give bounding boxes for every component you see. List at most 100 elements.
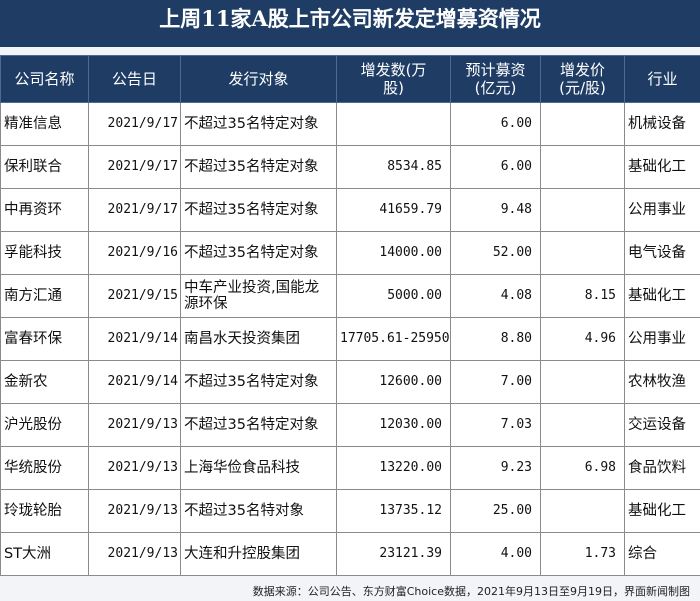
date-cell: 2021/9/17 [88,102,181,146]
raise-cell: 7.03 [450,403,541,447]
date-cell: 2021/9/17 [88,145,181,189]
target-cell: 不超过35名特定对象 [180,102,337,146]
table-row: 玲珑轮胎 2021/9/13 不超过35名特对象 13735.12 25.00 基础化工 [0,489,700,533]
header-shares: 增发数(万 股) [336,55,451,103]
shares-cell: 14000.00 [336,231,451,275]
price-cell [540,231,625,275]
raise-cell: 7.00 [450,360,541,404]
price-cell [540,102,625,146]
figure-title: 上周11家A股上市公司新发定增募资情况 [0,0,700,37]
date-cell: 2021/9/13 [88,446,181,490]
company-cell: 金新农 [0,360,89,404]
industry-cell: 基础化工 [624,489,700,533]
industry-cell: 综合 [624,532,700,576]
table-row: 南方汇通 2021/9/15 中车产业投资,国能龙源环保 5000.00 4.08 8.1… [0,274,700,318]
header-raise: 预计募资 (亿元) [450,55,541,103]
date-cell: 2021/9/17 [88,188,181,232]
company-cell: 保利联合 [0,145,89,189]
price-cell [540,145,625,189]
target-cell: 不超过35名特对象 [180,489,337,533]
table-row: 精准信息 2021/9/17 不超过35名特定对象 6.00 机械设备 [0,102,700,146]
company-cell: 精准信息 [0,102,89,146]
shares-cell: 13735.12 [336,489,451,533]
date-cell: 2021/9/16 [88,231,181,275]
price-cell: 4.96 [540,317,625,361]
date-cell: 2021/9/14 [88,360,181,404]
placement-table: 公司名称 公告日 发行对象 增发数(万 股) 预计募资 (亿元) 增发价 (元/股) … [0,55,700,576]
source-note: 数据来源：公司公告、东方财富Choice数据，2021年9月13日至9月19日，… [252,585,690,598]
industry-cell: 基础化工 [624,274,700,318]
shares-cell: 23121.39 [336,532,451,576]
price-cell [540,403,625,447]
header-date: 公告日 [88,55,181,103]
header-company: 公司名称 [0,55,89,103]
date-cell: 2021/9/13 [88,489,181,533]
industry-cell: 食品饮料 [624,446,700,490]
shares-cell: 17705.61-25950 [336,317,451,361]
industry-cell: 公用事业 [624,188,700,232]
company-cell: 沪光股份 [0,403,89,447]
price-cell [540,360,625,404]
date-cell: 2021/9/14 [88,317,181,361]
price-cell: 6.98 [540,446,625,490]
industry-cell: 机械设备 [624,102,700,146]
shares-cell: 12030.00 [336,403,451,447]
shares-cell: 12600.00 [336,360,451,404]
report-figure: 上周11家A股上市公司新发定增募资情况 公司名称 公告日 发行对象 增发数(万股… [0,0,700,601]
target-cell: 南昌水天投资集团 [180,317,337,361]
target-cell: 不超过35名特定对象 [180,231,337,275]
industry-cell: 农林牧渔 [624,360,700,404]
table-row: 金新农 2021/9/14 不超过35名特定对象 12600.00 7.00 农林牧渔 [0,360,700,404]
raise-cell: 25.00 [450,489,541,533]
shares-cell: 8534.85 [336,145,451,189]
date-cell: 2021/9/13 [88,532,181,576]
price-cell [540,489,625,533]
shares-cell [336,102,451,146]
raise-cell: 6.00 [450,145,541,189]
table-row: 沪光股份 2021/9/13 不超过35名特定对象 12030.00 7.03 交运设备 [0,403,700,447]
title-gap [0,47,700,55]
price-cell: 8.15 [540,274,625,318]
header-target: 发行对象 [180,55,337,103]
date-cell: 2021/9/13 [88,403,181,447]
target-cell: 不超过35名特定对象 [180,145,337,189]
target-cell: 中车产业投资,国能龙源环保 [180,274,337,318]
industry-cell: 基础化工 [624,145,700,189]
table-row: 孚能科技 2021/9/16 不超过35名特定对象 14000.00 52.00 电气设备 [0,231,700,275]
table-row: 中再资环 2021/9/17 不超过35名特定对象 41659.79 9.48 公用事业 [0,188,700,232]
table-row: ST大洲 2021/9/13 大连和升控股集团 23121.39 4.00 1.73 综合 [0,532,700,576]
table-row: 华统股份 2021/9/13 上海华俭食品科技 13220.00 9.23 6.98 食品饮… [0,446,700,490]
raise-cell: 52.00 [450,231,541,275]
shares-cell: 13220.00 [336,446,451,490]
industry-cell: 交运设备 [624,403,700,447]
header-price: 增发价 (元/股) [540,55,625,103]
company-cell: 富春环保 [0,317,89,361]
company-cell: ST大洲 [0,532,89,576]
table-header-row: 公司名称 公告日 发行对象 增发数(万 股) 预计募资 (亿元) 增发价 (元/股) … [0,55,700,103]
shares-cell: 41659.79 [336,188,451,232]
raise-cell: 9.48 [450,188,541,232]
target-cell: 上海华俭食品科技 [180,446,337,490]
target-cell: 不超过35名特定对象 [180,360,337,404]
raise-cell: 4.08 [450,274,541,318]
title-band [0,37,700,47]
industry-cell: 公用事业 [624,317,700,361]
raise-cell: 6.00 [450,102,541,146]
date-cell: 2021/9/15 [88,274,181,318]
company-cell: 玲珑轮胎 [0,489,89,533]
shares-cell: 5000.00 [336,274,451,318]
table-row: 富春环保 2021/9/14 南昌水天投资集团 17705.61-25950 8.80 4… [0,317,700,361]
header-industry: 行业 [624,55,700,103]
table-row: 保利联合 2021/9/17 不超过35名特定对象 8534.85 6.00 基础化工 [0,145,700,189]
company-cell: 南方汇通 [0,274,89,318]
raise-cell: 9.23 [450,446,541,490]
target-cell: 不超过35名特定对象 [180,403,337,447]
raise-cell: 4.00 [450,532,541,576]
price-cell: 1.73 [540,532,625,576]
target-cell: 不超过35名特定对象 [180,188,337,232]
company-cell: 孚能科技 [0,231,89,275]
industry-cell: 电气设备 [624,231,700,275]
price-cell [540,188,625,232]
company-cell: 中再资环 [0,188,89,232]
target-cell: 大连和升控股集团 [180,532,337,576]
